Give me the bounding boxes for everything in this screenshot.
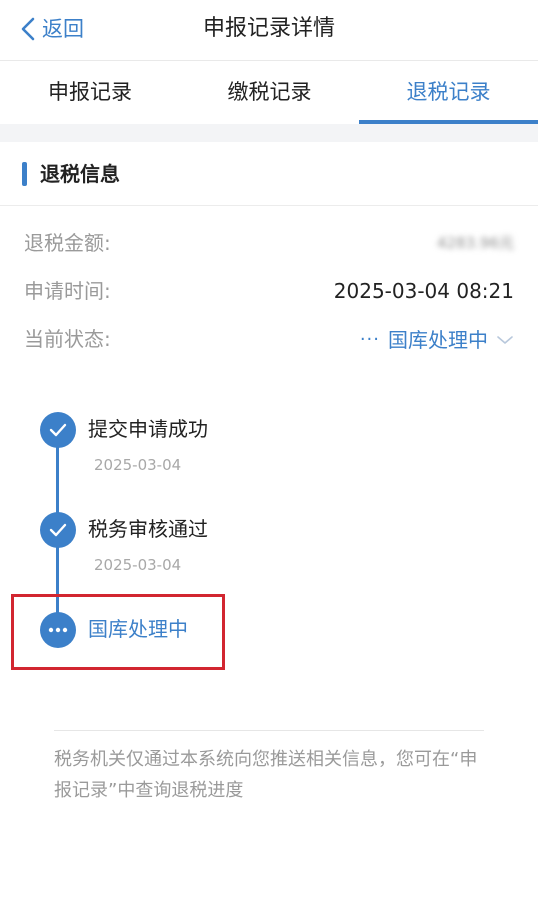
timeline-node-done (40, 412, 76, 448)
record-tabs: 申报记录 缴税记录 退税记录 (0, 60, 538, 124)
tab-refund-records[interactable]: 退税记录 (359, 61, 538, 124)
status-value: 国库处理中 (388, 328, 488, 352)
tab-payment-records[interactable]: 缴税记录 (180, 61, 359, 124)
status-label: 当前状态: (24, 327, 111, 351)
footer-note: 税务机关仅通过本系统向您推送相关信息，您可在“申报记录”中查询退税进度 (54, 749, 478, 801)
highlight-annotation-box (11, 594, 225, 670)
tab-declaration-records[interactable]: 申报记录 (0, 61, 180, 124)
section-header: 退税信息 (0, 142, 538, 206)
check-icon (49, 523, 67, 537)
apply-time-value: 2025-03-04 08:21 (333, 279, 514, 303)
refund-amount-value: 4283.96元 (436, 234, 514, 252)
footer-divider (54, 730, 484, 731)
section-spacer (0, 124, 538, 142)
timeline-step-date: 2025-03-04 (94, 456, 182, 474)
status-dots: ··· (359, 329, 380, 350)
timeline-step-title: 税务审核通过 (88, 517, 208, 541)
section-accent-bar (22, 162, 27, 186)
page-title: 申报记录详情 (202, 16, 335, 41)
status-dropdown[interactable]: ··· 国库处理中 (360, 325, 514, 355)
section-title: 退税信息 (40, 162, 120, 186)
chevron-down-icon (497, 336, 513, 344)
timeline-step-title: 提交申请成功 (88, 417, 208, 441)
timeline-node-done (40, 512, 76, 548)
apply-time-label: 申请时间: (24, 279, 111, 303)
refund-amount-label: 退税金额: (24, 231, 111, 255)
check-icon (49, 423, 67, 437)
top-navbar: 返回 申报记录详情 (0, 0, 538, 60)
timeline-step-date: 2025-03-04 (94, 556, 182, 574)
